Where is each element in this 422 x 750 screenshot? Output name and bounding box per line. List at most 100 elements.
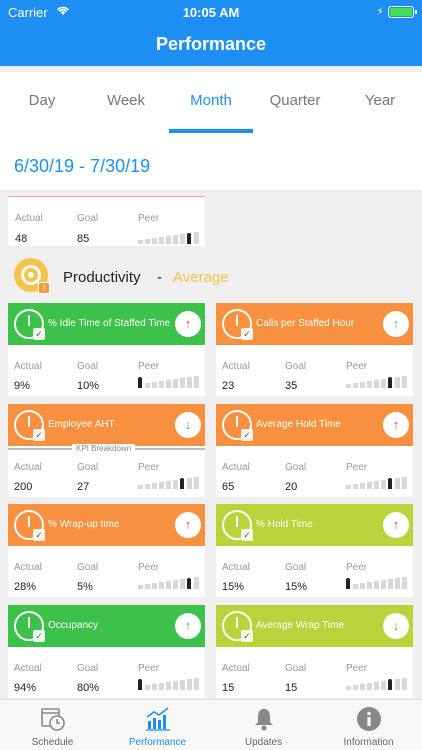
page-title: Performance xyxy=(155,34,267,54)
actual-value: 23 xyxy=(222,380,235,392)
kpi-card-header: ✓ Average Hold Time ↑ xyxy=(216,404,413,446)
peer-rank-bars xyxy=(138,676,202,690)
gauge-icon: ✓ xyxy=(222,410,253,441)
kpi-name: Average Wrap Time xyxy=(256,620,345,631)
kpi-name: % Hold Time xyxy=(256,519,313,530)
period-tabs: Day Week Month Quarter Year xyxy=(0,72,422,134)
person-icon xyxy=(187,578,191,589)
charging-icon: ⚡ xyxy=(376,6,384,18)
goal-label: Goal xyxy=(77,462,99,473)
actual-label: Actual xyxy=(222,462,250,473)
peer-rank-bars xyxy=(346,676,410,690)
person-icon xyxy=(388,679,392,690)
trend-arrow-icon: ↑ xyxy=(175,613,201,639)
actual-label: Actual xyxy=(14,663,42,674)
goal-value: 5% xyxy=(77,581,93,593)
kpi-card-average-hold-time[interactable]: ✓ Average Hold Time ↑ Actual Goal Peer 65 20 xyxy=(216,404,413,497)
trend-arrow-icon: ↑ xyxy=(383,412,409,438)
actual-label: Actual xyxy=(222,663,250,674)
nav-performance[interactable]: Performance xyxy=(105,700,210,750)
gauge-icon: ✓ xyxy=(14,510,45,541)
date-range-bar[interactable]: 6/30/19 - 7/30/19 xyxy=(0,134,422,190)
goal-label: Goal xyxy=(285,361,307,372)
kpi-card-idle-time[interactable]: ✓% Idle Time of Staffed Time ↑ Actual Goal P… xyxy=(8,303,205,396)
kpi-breakdown-divider[interactable]: KPI Breakdown xyxy=(8,444,205,454)
actual-value: 28% xyxy=(14,581,37,593)
gauge-icon: ✓ xyxy=(222,510,253,541)
goal-value: 85 xyxy=(77,233,90,245)
kpi-card-header: ✓ Occupancy ↑ xyxy=(8,605,205,647)
nav-updates[interactable]: Updates xyxy=(211,700,316,750)
peer-label: Peer xyxy=(138,663,160,674)
kpi-name: Average Hold Time xyxy=(256,419,341,430)
section-title: Productivity xyxy=(63,269,141,286)
goal-value: 10% xyxy=(77,380,100,392)
peer-rank-bars xyxy=(346,575,410,589)
info-icon xyxy=(356,706,382,732)
kpi-card-hold-time[interactable]: ✓% Hold Time ↑ Actual Goal Peer 15% 15% xyxy=(216,504,413,597)
actual-value: 48 xyxy=(15,233,28,245)
actual-label: Actual xyxy=(14,562,42,573)
person-icon xyxy=(138,679,142,690)
kpi-card-occupancy[interactable]: ✓ Occupancy ↑ Actual Goal Peer 94% 80% xyxy=(8,605,205,698)
actual-label: Actual xyxy=(222,361,250,372)
person-icon xyxy=(388,478,392,489)
actual-value: 9% xyxy=(14,380,30,392)
kpi-card-summary[interactable]: Actual Goal Peer 48 85 xyxy=(8,196,205,246)
trend-arrow-icon: ↑ xyxy=(383,512,409,538)
goal-value: 27 xyxy=(77,481,90,493)
peer-rank-bars xyxy=(138,475,202,489)
peer-rank-bars xyxy=(346,374,410,388)
nav-label: Schedule xyxy=(31,737,74,748)
status-bar: Carrier 10:05 AM ⚡ xyxy=(0,3,422,21)
kpi-name: Occupancy xyxy=(48,620,99,631)
tab-quarter[interactable]: Quarter xyxy=(253,92,337,109)
person-icon xyxy=(346,578,350,589)
person-icon xyxy=(138,377,142,388)
kpi-name: Employee AHT xyxy=(48,419,115,430)
nav-label: Performance xyxy=(128,737,187,748)
kpi-card-header: ✓% Idle Time of Staffed Time ↑ xyxy=(8,303,205,345)
peer-rank-bars xyxy=(138,374,202,388)
section-separator: - xyxy=(157,269,162,286)
date-range: 6/30/19 - 7/30/19 xyxy=(14,156,151,176)
tab-month[interactable]: Month xyxy=(169,92,253,109)
nav-information[interactable]: Information xyxy=(316,700,421,750)
nav-schedule[interactable]: Schedule xyxy=(0,700,105,750)
kpi-breakdown-label: KPI Breakdown xyxy=(72,444,136,453)
nav-label: Updates xyxy=(244,737,283,748)
target-icon: ! xyxy=(14,258,50,294)
tab-year[interactable]: Year xyxy=(338,92,422,109)
actual-label: Actual xyxy=(222,562,250,573)
actual-value: 15 xyxy=(222,682,235,694)
actual-label: Actual xyxy=(14,462,42,473)
trend-arrow-icon: ↑ xyxy=(383,311,409,337)
actual-value: 65 xyxy=(222,481,235,493)
kpi-card-header: ✓ Employee AHT ↓ xyxy=(8,404,205,446)
gauge-icon: ✓ xyxy=(14,410,45,441)
peer-label: Peer xyxy=(346,462,368,473)
kpi-card-header: ✓% Wrap-up time ↑ xyxy=(8,504,205,546)
goal-value: 20 xyxy=(285,481,298,493)
battery-icon xyxy=(388,6,417,18)
goal-label: Goal xyxy=(77,562,99,573)
kpi-card-wrap-up-time[interactable]: ✓% Wrap-up time ↑ Actual Goal Peer 28% 5% xyxy=(8,504,205,597)
goal-label: Goal xyxy=(77,213,99,224)
kpi-card-average-wrap-time[interactable]: ✓ Average Wrap Time ↓ Actual Goal Peer 15 15 xyxy=(216,605,413,698)
tab-day[interactable]: Day xyxy=(0,92,84,109)
kpi-card-calls-per-staffed-hour[interactable]: ✓ Calls per Staffed Hour ↑ Actual Goal Peer 23… xyxy=(216,303,413,396)
actual-value: 94% xyxy=(14,682,37,694)
bar-chart-icon xyxy=(145,706,171,732)
tab-week[interactable]: Week xyxy=(84,92,168,109)
peer-label: Peer xyxy=(346,562,368,573)
actual-value: 15% xyxy=(222,581,245,593)
actual-value: 200 xyxy=(14,481,33,493)
goal-value: 80% xyxy=(77,682,100,694)
nav-label: Information xyxy=(343,737,394,748)
peer-label: Peer xyxy=(346,361,368,372)
peer-rank-bars xyxy=(346,475,410,489)
gauge-icon: ✓ xyxy=(14,611,45,642)
goal-value: 15% xyxy=(285,581,308,593)
person-icon xyxy=(180,478,184,489)
peer-label: Peer xyxy=(138,213,160,224)
